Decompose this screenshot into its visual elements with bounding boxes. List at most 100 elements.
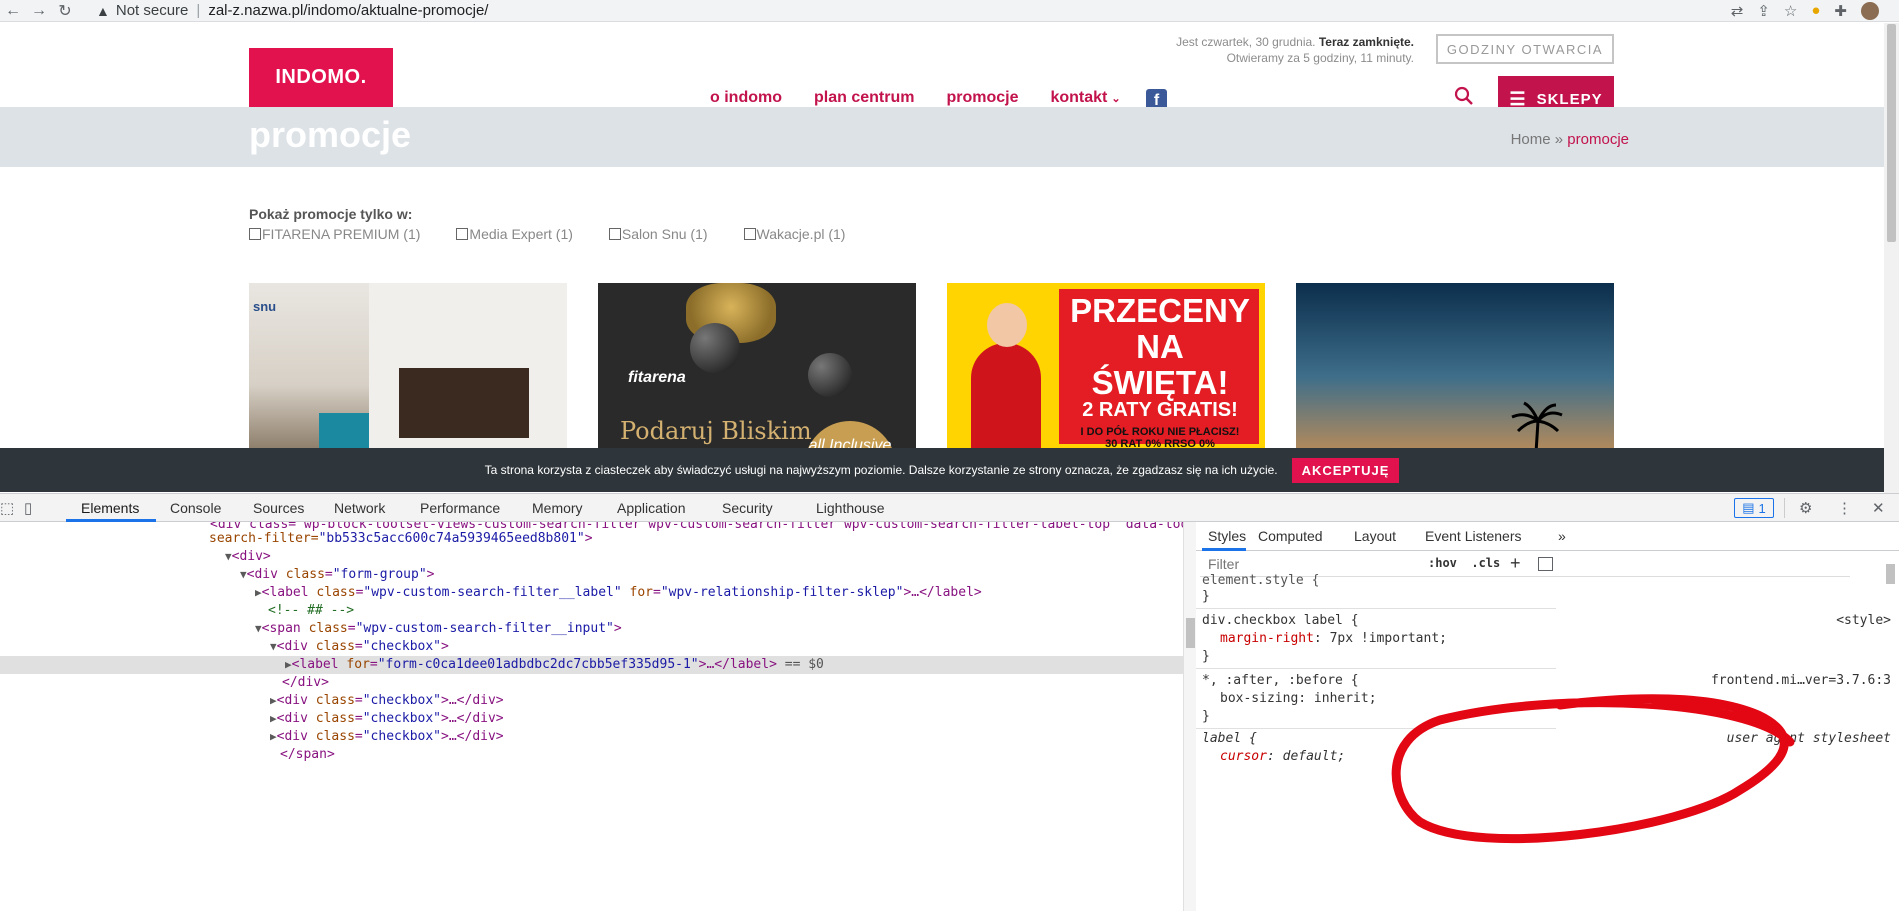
tab-computed[interactable]: Computed [1258, 528, 1323, 544]
more-tabs-icon[interactable]: » [1558, 528, 1566, 544]
more-menu-icon[interactable]: ⋮ [1837, 499, 1852, 517]
tab-layout[interactable]: Layout [1354, 528, 1396, 544]
checkbox[interactable] [608, 228, 621, 240]
page-scrollbar-thumb[interactable] [1887, 24, 1896, 242]
share-icon[interactable]: ⇪ [1757, 2, 1770, 20]
dom-line[interactable]: ▼<div class="form-group"> [240, 566, 1183, 584]
dom-line[interactable]: <!-- ## --> [268, 602, 1183, 620]
breadcrumb-home[interactable]: Home [1511, 131, 1551, 148]
translate-icon[interactable]: ⇄ [1731, 2, 1744, 20]
checkbox[interactable] [249, 228, 261, 240]
promo-card-media-expert[interactable]: PRZECENY NA ŚWIĘTA! 2 RATY GRATIS! I DO P… [947, 283, 1265, 453]
tab-sources[interactable]: Sources [253, 500, 304, 516]
opening-hours-button[interactable]: GODZINY OTWARCIA [1436, 34, 1614, 64]
rule-declaration[interactable]: box-sizing: inherit; [1220, 690, 1377, 708]
promo-card-salon-snu[interactable]: snu [249, 283, 567, 453]
checkbox[interactable] [456, 228, 469, 240]
url-text[interactable]: zal-z.nazwa.pl/indomo/aktualne-promocje/ [208, 2, 488, 19]
forward-icon[interactable]: → [26, 2, 52, 20]
expand-triangle-icon[interactable]: ▶ [270, 712, 277, 725]
dom-line-selected[interactable]: ▶<label for="form-c0ca1dee01adbdbc2dc7cb… [0, 656, 1183, 674]
expand-triangle-icon[interactable]: ▶ [270, 730, 277, 743]
inspect-icon[interactable]: ⬚ [0, 499, 14, 517]
rule-source-link[interactable]: <style> [1836, 612, 1891, 630]
dom-line[interactable]: ▼<span class="wpv-custom-search-filter__… [255, 620, 1183, 638]
toggle-sidebar-icon[interactable] [1538, 557, 1553, 571]
dom-line[interactable]: ▶<label class="wpv-custom-search-filter_… [255, 584, 1183, 602]
rule-declaration[interactable]: cursor: default; [1220, 748, 1345, 766]
dom-line[interactable]: ▼<div> [225, 548, 1183, 566]
extension-icon[interactable]: ● [1811, 2, 1820, 20]
nav-item-plan-centrum[interactable]: plan centrum [814, 89, 914, 107]
security-label[interactable]: Not secure [116, 2, 189, 19]
tab-event-listeners[interactable]: Event Listeners [1425, 528, 1522, 544]
puzzle-icon[interactable]: ✚ [1834, 2, 1847, 20]
address-bar[interactable]: ▲ Not secure | zal-z.nazwa.pl/indomo/akt… [92, 0, 1612, 22]
tab-performance[interactable]: Performance [420, 500, 500, 516]
expand-triangle-icon[interactable]: ▼ [255, 622, 262, 635]
warning-icon[interactable]: ▲ [96, 3, 110, 19]
expand-triangle-icon[interactable]: ▶ [270, 694, 277, 707]
hov-toggle[interactable]: :hov [1428, 556, 1457, 570]
filter-label-salon-snu[interactable]: Salon Snu (1) [622, 226, 708, 242]
dom-line[interactable]: </div> [282, 674, 1183, 692]
nav-item-promocje[interactable]: promocje [946, 89, 1018, 107]
expand-triangle-icon[interactable]: ▼ [225, 550, 232, 563]
new-rule-icon[interactable]: + [1510, 553, 1521, 574]
site-logo[interactable]: INDOMO. [249, 48, 393, 107]
hover-state-toggle[interactable]: :hov .cls [1428, 556, 1500, 570]
styles-filter-input[interactable]: Filter [1208, 556, 1239, 572]
rule-selector[interactable]: *, :after, :before { [1202, 672, 1359, 690]
expand-triangle-icon[interactable]: ▼ [270, 640, 277, 653]
page-scrollbar[interactable] [1884, 23, 1899, 493]
tab-memory[interactable]: Memory [532, 500, 583, 516]
rule-declaration[interactable]: margin-right: 7px !important; [1220, 630, 1447, 648]
filter-media-expert[interactable]: Media Expert (1) [456, 226, 573, 242]
dom-line[interactable]: </span> [280, 746, 1183, 764]
avatar[interactable] [1861, 2, 1879, 20]
tab-styles[interactable]: Styles [1208, 528, 1246, 544]
rule-selector[interactable]: div.checkbox label { [1202, 612, 1359, 630]
dom-line[interactable]: ▼<div class="checkbox"> [270, 638, 1183, 656]
dom-line[interactable]: ▶<div class="checkbox">…</div> [270, 710, 1183, 728]
search-icon[interactable] [1454, 86, 1476, 108]
dom-tree[interactable]: <div class="wp-block-toolset-views-custo… [0, 522, 1183, 911]
expand-triangle-icon[interactable]: ▼ [240, 568, 247, 581]
promo-card-fitarena[interactable]: fitarena Podaruj BliskimZdrowie all Incl… [598, 283, 916, 453]
promo-card-wakacje[interactable] [1296, 283, 1614, 453]
dom-scrollbar-thumb[interactable] [1186, 618, 1195, 648]
issues-badge[interactable]: ▤ 1 [1734, 498, 1774, 518]
back-icon[interactable]: ← [0, 2, 26, 20]
accept-cookies-button[interactable]: AKCEPTUJĘ [1291, 457, 1400, 483]
styles-scrollbar-thumb[interactable] [1886, 564, 1895, 584]
filter-fitarena[interactable]: FITARENA PREMIUM (1) [249, 226, 420, 242]
tab-lighthouse[interactable]: Lighthouse [816, 500, 885, 516]
filter-label-fitarena[interactable]: FITARENA PREMIUM (1) [262, 226, 420, 242]
expand-triangle-icon[interactable]: ▶ [285, 658, 292, 671]
filter-salon-snu[interactable]: Salon Snu (1) [608, 226, 708, 242]
tab-network[interactable]: Network [334, 500, 385, 516]
nav-item-kontakt[interactable]: kontakt ⌄ [1050, 89, 1120, 107]
tab-security[interactable]: Security [722, 500, 773, 516]
filter-label-media-expert[interactable]: Media Expert (1) [469, 226, 572, 242]
nav-item-o-indomo[interactable]: o indomo [710, 89, 782, 107]
dom-line[interactable]: search-filter="bb533c5acc600c74a5939465e… [209, 530, 1183, 548]
gear-icon[interactable]: ⚙ [1799, 499, 1812, 517]
tab-elements[interactable]: Elements [81, 500, 139, 516]
filter-wakacje[interactable]: Wakacje.pl (1) [743, 226, 846, 242]
filter-label-wakacje[interactable]: Wakacje.pl (1) [757, 226, 846, 242]
checkbox[interactable] [743, 228, 756, 240]
cls-toggle[interactable]: .cls [1471, 556, 1500, 570]
dom-line[interactable]: ▶<div class="checkbox">…</div> [270, 692, 1183, 710]
rule-source-link[interactable]: frontend.mi…ver=3.7.6:3 [1711, 672, 1891, 690]
expand-triangle-icon[interactable]: ▶ [255, 586, 262, 599]
rule-element-style[interactable]: element.style { [1202, 572, 1319, 590]
device-toolbar-icon[interactable]: ▯ [24, 499, 32, 517]
star-icon[interactable]: ☆ [1784, 2, 1797, 20]
reload-icon[interactable]: ↻ [52, 1, 78, 21]
rule-selector[interactable]: label { [1202, 730, 1257, 748]
close-icon[interactable]: ✕ [1872, 499, 1885, 517]
dom-scrollbar[interactable] [1183, 522, 1196, 911]
tab-application[interactable]: Application [617, 500, 686, 516]
dom-line[interactable]: ▶<div class="checkbox">…</div> [270, 728, 1183, 746]
